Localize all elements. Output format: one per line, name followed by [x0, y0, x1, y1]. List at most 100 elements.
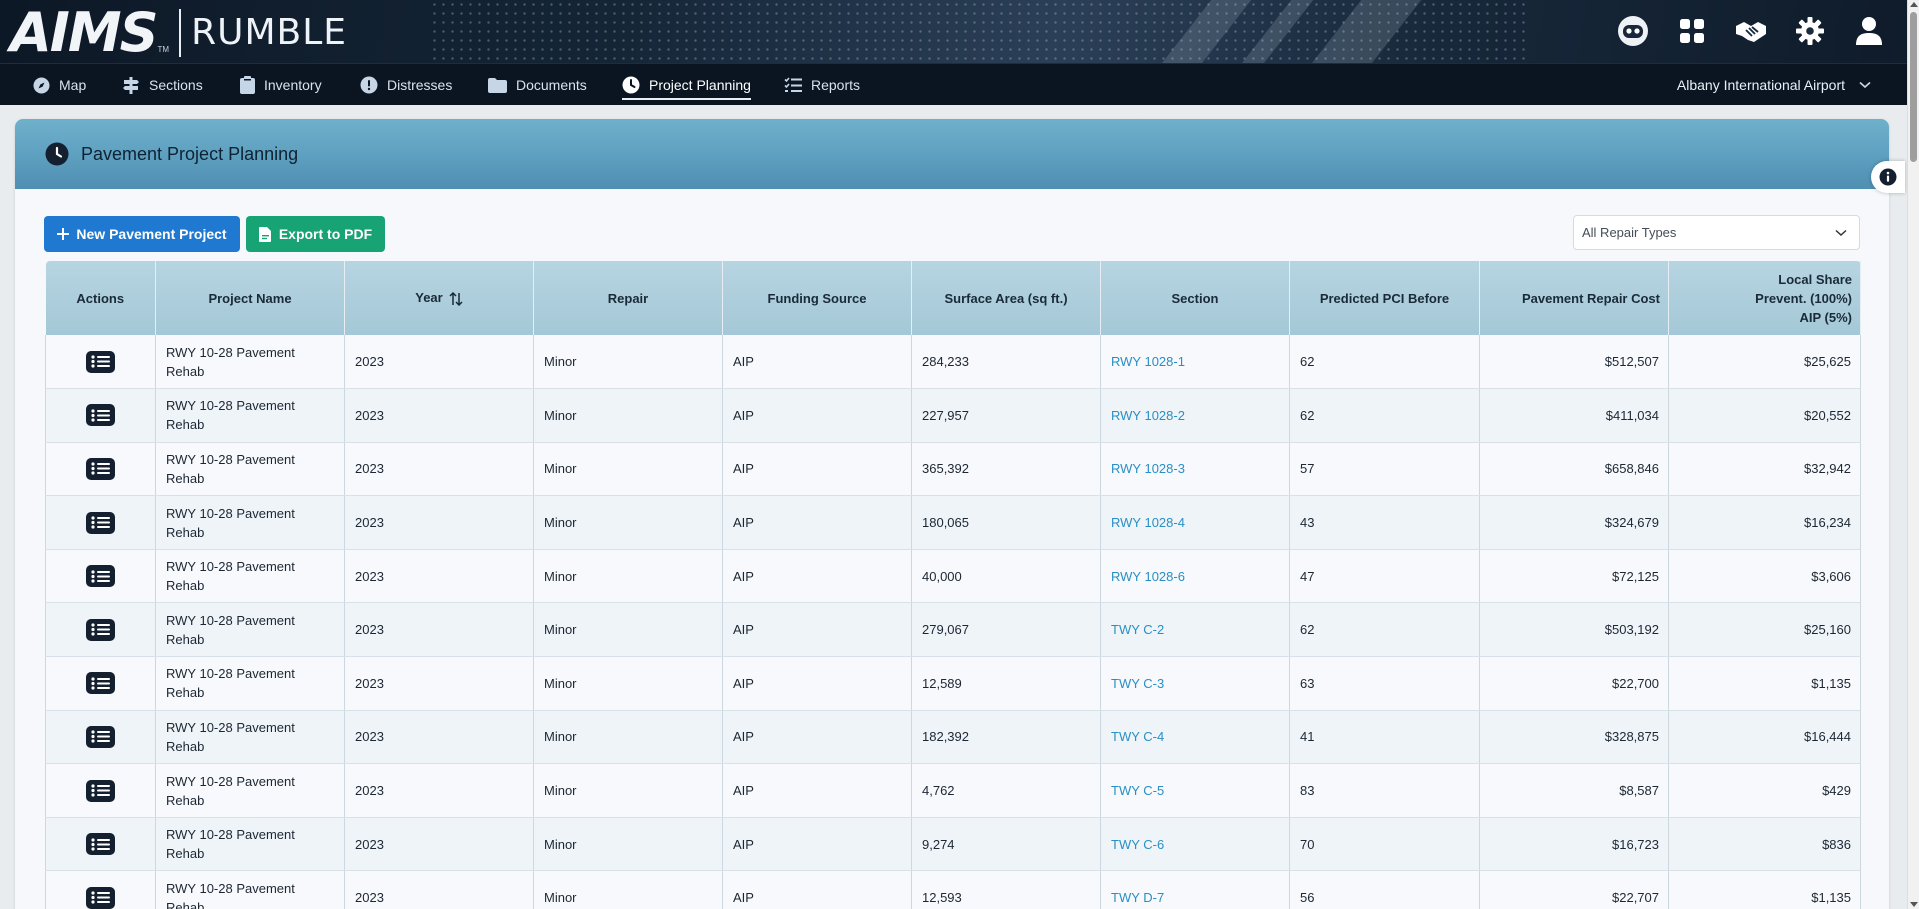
surface-area-cell: 9,274 — [911, 817, 1101, 872]
year-cell: 2023 — [344, 602, 534, 658]
table-row: RWY 10-28 Pavement Rehab 2023 Minor AIP 227,… — [45, 388, 1861, 443]
nav-item-reports[interactable]: Reports — [784, 64, 860, 106]
repair-type-selected: All Repair Types — [1582, 225, 1677, 240]
compass-icon — [33, 77, 50, 93]
export-pdf-button[interactable]: Export to PDF — [246, 216, 385, 252]
section-link[interactable]: RWY 1028-4 — [1100, 495, 1290, 550]
repair-cell: Minor — [533, 495, 723, 550]
row-details-icon[interactable] — [86, 618, 115, 641]
gear-icon[interactable] — [1792, 13, 1828, 49]
predicted-pci-cell: 62 — [1289, 335, 1480, 390]
clock-icon — [45, 142, 69, 166]
main-nav: Map Sections Inventory Distresses Docume… — [0, 63, 1919, 105]
row-details-icon[interactable] — [86, 833, 115, 856]
assistant-robot-icon[interactable] — [1615, 13, 1651, 49]
local-share-cell: $25,625 — [1668, 335, 1861, 390]
row-details-icon[interactable] — [86, 725, 115, 748]
col-header-repair-cost[interactable]: Pavement Repair Cost — [1479, 261, 1669, 335]
row-details-icon[interactable] — [86, 565, 115, 588]
scroll-thumb[interactable] — [1910, 12, 1917, 162]
year-cell: 2023 — [344, 763, 534, 818]
new-pavement-project-button[interactable]: New Pavement Project — [44, 216, 240, 252]
local-share-line: Prevent. (100%) — [1755, 290, 1852, 306]
row-details-icon[interactable] — [86, 511, 115, 534]
section-link[interactable]: TWY C-5 — [1100, 763, 1290, 818]
section-link[interactable]: RWY 1028-1 — [1100, 335, 1290, 390]
airport-selector[interactable]: Albany International Airport — [1677, 64, 1871, 106]
nav-item-distresses[interactable]: Distresses — [360, 64, 452, 106]
scroll-down-arrow[interactable] — [1910, 902, 1918, 907]
predicted-pci-cell: 56 — [1289, 870, 1480, 909]
predicted-pci-cell: 62 — [1289, 602, 1480, 658]
section-link[interactable]: TWY C-3 — [1100, 656, 1290, 711]
project-name-cell: RWY 10-28 Pavement Rehab — [155, 549, 345, 604]
actions-cell — [45, 656, 156, 711]
repair-cell: Minor — [533, 549, 723, 604]
col-header-repair[interactable]: Repair — [533, 261, 723, 335]
section-link[interactable]: TWY C-6 — [1100, 817, 1290, 872]
project-name-cell: RWY 10-28 Pavement Rehab — [155, 335, 345, 390]
section-link[interactable]: TWY C-4 — [1100, 710, 1290, 765]
row-details-icon[interactable] — [86, 457, 115, 480]
info-button[interactable] — [1871, 161, 1905, 193]
checklist-icon — [784, 77, 802, 92]
col-header-surface-area[interactable]: Surface Area (sq ft.) — [911, 261, 1101, 335]
row-details-icon[interactable] — [86, 779, 115, 802]
nav-label: Reports — [811, 77, 861, 93]
project-name-cell: RWY 10-28 Pavement Rehab — [155, 763, 345, 818]
table-row: RWY 10-28 Pavement Rehab 2023 Minor AIP 180,… — [45, 495, 1861, 550]
repair-cost-cell: $22,707 — [1479, 870, 1669, 909]
nav-item-documents[interactable]: Documents — [488, 64, 587, 106]
project-name-cell: RWY 10-28 Pavement Rehab — [155, 656, 345, 711]
apps-grid-icon[interactable] — [1674, 13, 1710, 49]
row-details-icon[interactable] — [86, 886, 115, 909]
local-share-cell: $1,135 — [1668, 656, 1861, 711]
repair-cost-cell: $72,125 — [1479, 549, 1669, 604]
col-header-local-share[interactable]: Local Share Prevent. (100%) AIP (5%) — [1668, 261, 1861, 335]
table-row: RWY 10-28 Pavement Rehab 2023 Minor AIP 279,… — [45, 602, 1861, 658]
col-header-actions: Actions — [45, 261, 156, 335]
handshake-icon[interactable] — [1733, 13, 1769, 49]
scroll-up-arrow[interactable] — [1910, 2, 1918, 7]
funding-source-cell: AIP — [722, 335, 912, 390]
app-logo[interactable]: AIMS TM RUMBLE — [10, 6, 347, 60]
repair-cost-cell: $16,723 — [1479, 817, 1669, 872]
predicted-pci-cell: 70 — [1289, 817, 1480, 872]
user-icon[interactable] — [1851, 13, 1887, 49]
actions-cell — [45, 817, 156, 872]
repair-cell: Minor — [533, 710, 723, 765]
table-row: RWY 10-28 Pavement Rehab 2023 Minor AIP 9,27… — [45, 817, 1861, 872]
row-details-icon[interactable] — [86, 404, 115, 427]
col-header-predicted-pci[interactable]: Predicted PCI Before — [1289, 261, 1480, 335]
repair-type-filter[interactable]: All Repair Types — [1573, 215, 1860, 250]
nav-label: Distresses — [387, 77, 453, 93]
nav-label: Map — [59, 77, 87, 93]
col-header-funding-source[interactable]: Funding Source — [722, 261, 912, 335]
nav-item-sections[interactable]: Sections — [122, 64, 203, 106]
clock-icon — [622, 76, 640, 94]
nav-item-map[interactable]: Map — [33, 64, 86, 106]
nav-item-inventory[interactable]: Inventory — [240, 64, 322, 106]
project-name-cell: RWY 10-28 Pavement Rehab — [155, 602, 345, 658]
col-header-section[interactable]: Section — [1100, 261, 1290, 335]
row-details-icon[interactable] — [86, 350, 115, 373]
predicted-pci-cell: 62 — [1289, 388, 1480, 443]
section-link[interactable]: TWY C-2 — [1100, 602, 1290, 658]
nav-item-project-planning[interactable]: Project Planning — [622, 64, 751, 106]
funding-source-cell: AIP — [722, 442, 912, 497]
page-title: Pavement Project Planning — [81, 143, 299, 164]
section-link[interactable]: RWY 1028-3 — [1100, 442, 1290, 497]
section-link[interactable]: RWY 1028-6 — [1100, 549, 1290, 604]
row-details-icon[interactable] — [86, 672, 115, 695]
actions-cell — [45, 335, 156, 390]
section-link[interactable]: RWY 1028-2 — [1100, 388, 1290, 443]
col-header-year[interactable]: Year — [344, 261, 534, 335]
section-link[interactable]: TWY D-7 — [1100, 870, 1290, 909]
col-header-project-name[interactable]: Project Name — [155, 261, 345, 335]
funding-source-cell: AIP — [722, 656, 912, 711]
page-scrollbar[interactable] — [1907, 0, 1919, 909]
repair-cost-cell: $328,875 — [1479, 710, 1669, 765]
file-pdf-icon — [258, 226, 271, 242]
predicted-pci-cell: 63 — [1289, 656, 1480, 711]
repair-cell: Minor — [533, 335, 723, 390]
